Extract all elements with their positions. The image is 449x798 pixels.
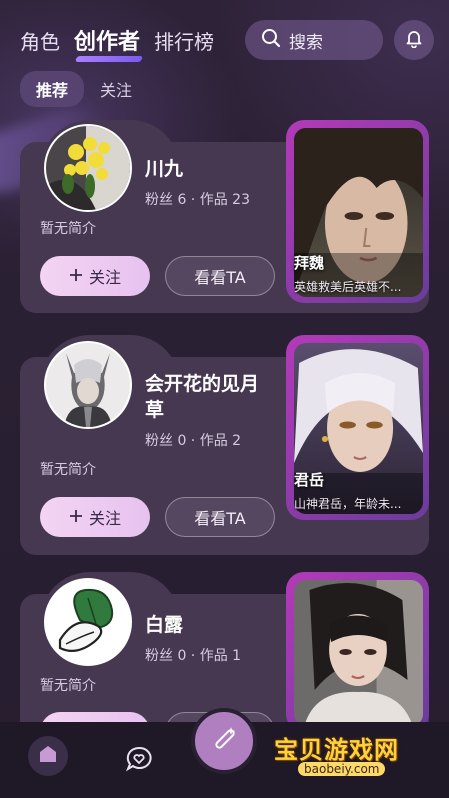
watermark-text: 宝贝游戏网: [274, 736, 399, 764]
creator-stats: 粉丝 0 · 作品 1: [145, 648, 242, 664]
tab-creators[interactable]: 创作者: [74, 24, 140, 56]
home-icon: [38, 744, 58, 768]
follow-button[interactable]: 关注: [40, 497, 150, 537]
search-label: 搜索: [289, 32, 323, 53]
creator-intro: 暂无简介: [40, 462, 96, 478]
create-button[interactable]: [191, 708, 257, 774]
featured-work-card[interactable]: 君岳 山神君岳，年龄未...: [286, 335, 429, 520]
follow-label: 关注: [88, 509, 121, 528]
sub-tabs: 推荐 关注: [20, 71, 132, 107]
featured-work-card[interactable]: 拜魏 英雄救美后英雄不...: [286, 120, 429, 303]
creator-stats: 粉丝 6 · 作品 23: [145, 192, 250, 208]
work-cover-image: [294, 580, 423, 726]
view-profile-button[interactable]: 看看TA: [165, 256, 275, 296]
subtab-recommended[interactable]: 推荐: [20, 71, 85, 107]
cabbage-avatar-image: [46, 580, 130, 664]
featured-work-card[interactable]: [286, 572, 429, 732]
search-icon: [261, 28, 281, 52]
nav-home-button[interactable]: [28, 736, 68, 776]
creator-intro: 暂无简介: [40, 678, 96, 694]
flower-avatar-image: [46, 126, 130, 210]
top-tabs: 角色 创作者 排行榜: [20, 24, 214, 56]
search-bar[interactable]: 搜索: [245, 20, 383, 60]
watermark-logo: 宝贝游戏网 baobeiy.com: [268, 730, 438, 790]
watermark-url: baobeiy.com: [298, 762, 386, 776]
creator-avatar[interactable]: [44, 124, 132, 212]
subtab-following[interactable]: 关注: [100, 71, 132, 107]
work-title: 拜魏: [294, 254, 325, 272]
magic-wand-icon: [209, 724, 239, 758]
follow-button[interactable]: 关注: [40, 256, 150, 296]
wolf-avatar-image: [46, 343, 130, 427]
work-description: 英雄救美后英雄不...: [294, 280, 402, 294]
view-profile-button[interactable]: 看看TA: [165, 497, 275, 537]
work-title: 君岳: [294, 471, 325, 489]
notification-button[interactable]: [394, 20, 434, 60]
tab-rankings[interactable]: 排行榜: [154, 26, 214, 55]
nav-messages-button[interactable]: [124, 746, 154, 776]
creator-avatar[interactable]: [44, 341, 132, 429]
creator-avatar[interactable]: [44, 578, 132, 666]
creator-stats: 粉丝 0 · 作品 2: [145, 433, 242, 449]
chat-heart-icon: [125, 745, 153, 777]
creator-name: 川九: [145, 158, 184, 180]
work-description: 山神君岳，年龄未...: [294, 497, 402, 511]
creator-card[interactable]: 川九 粉丝 6 · 作品 23 暂无简介 关注 看看TA 拜魏 英雄救美后英雄不…: [20, 120, 429, 313]
bell-icon: [404, 28, 424, 52]
tab-characters[interactable]: 角色: [20, 26, 60, 55]
creator-name: 白露: [145, 614, 184, 636]
follow-label: 关注: [88, 268, 121, 287]
creator-card[interactable]: 会开花的见月草 粉丝 0 · 作品 2 暂无简介 关注 看看TA 君岳 山神君岳…: [20, 335, 429, 555]
creator-intro: 暂无简介: [40, 221, 96, 237]
plus-icon: [69, 508, 83, 527]
plus-icon: [69, 267, 83, 286]
creator-name: 会开花的见月草: [145, 373, 260, 421]
